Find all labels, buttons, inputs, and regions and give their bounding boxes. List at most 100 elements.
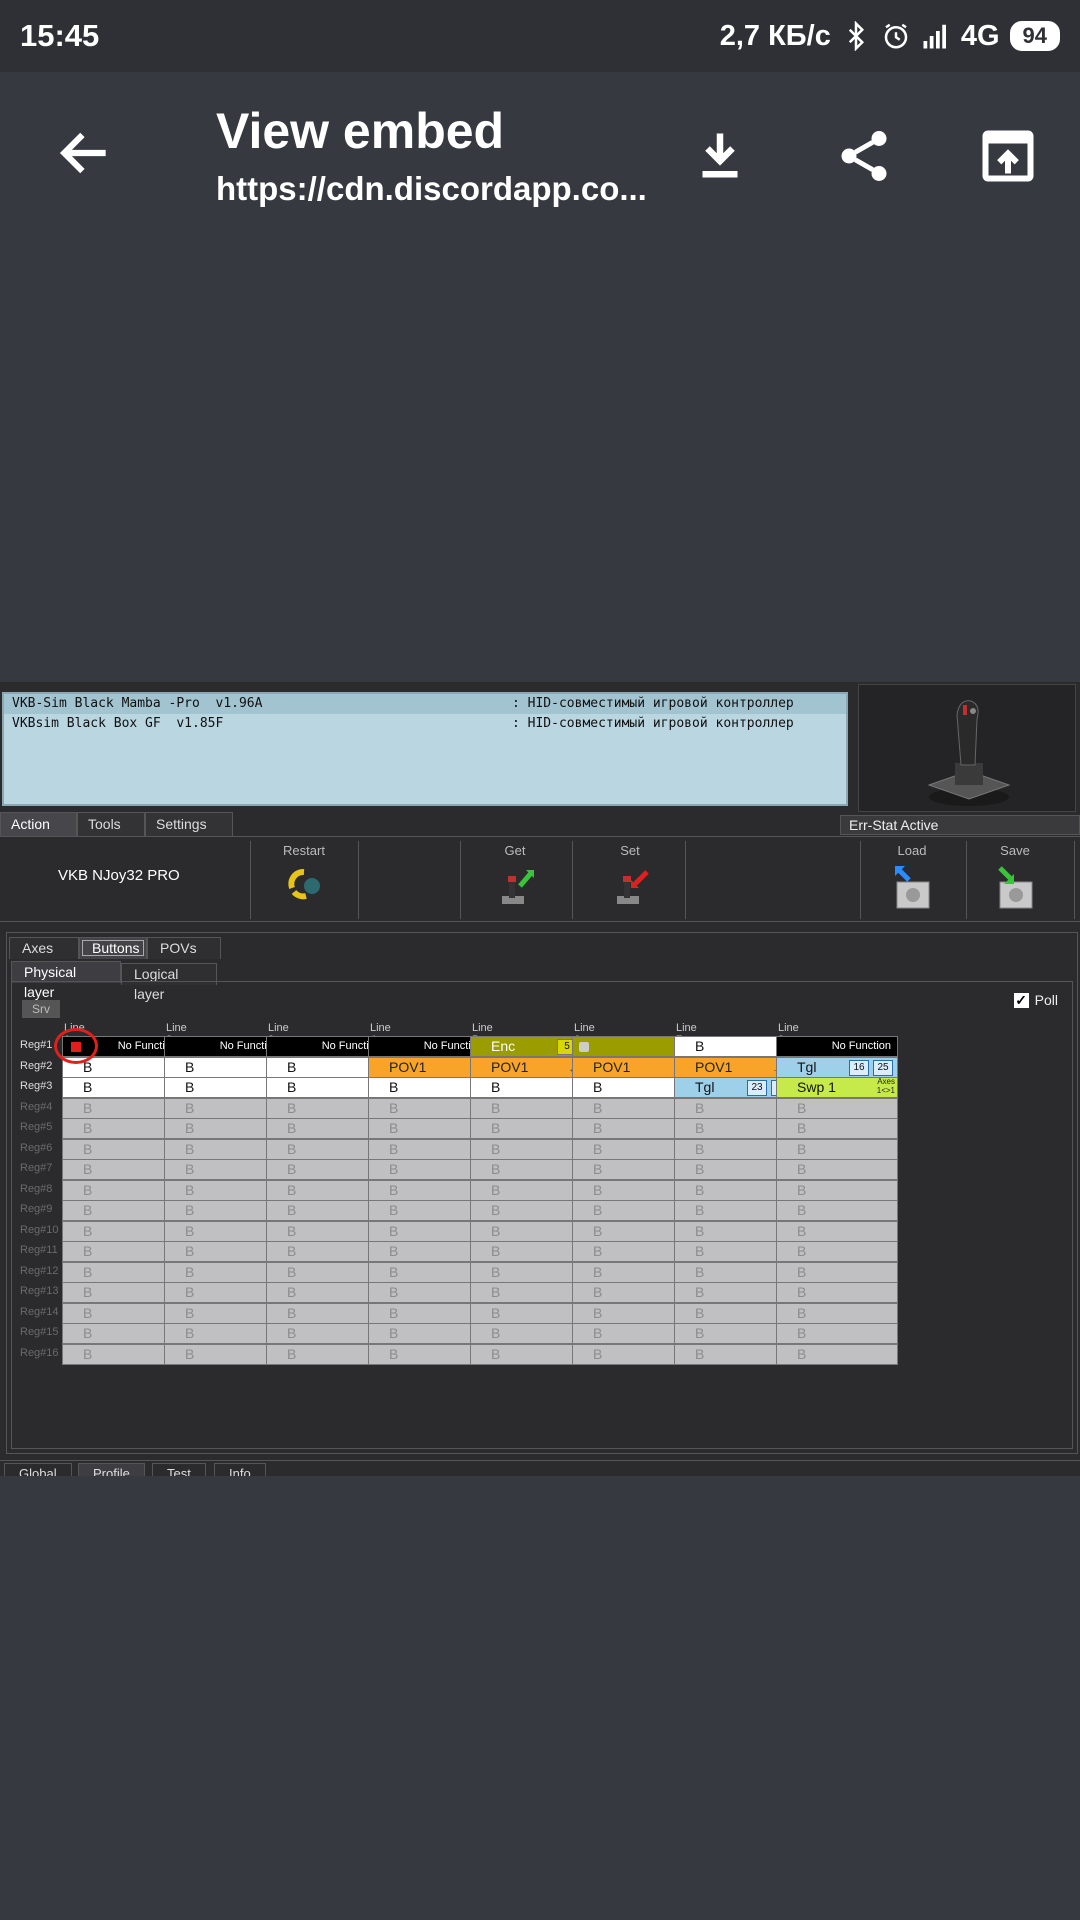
cell-label: B (593, 1099, 603, 1116)
tab-axes[interactable]: Axes (9, 937, 79, 959)
cell-label: B (83, 1120, 93, 1136)
button-cell[interactable]: B (776, 1343, 898, 1365)
cell-label: B (491, 1181, 501, 1198)
button-cell[interactable]: B (776, 1241, 898, 1262)
button-cell[interactable]: Tgl 16 25 (776, 1056, 898, 1078)
button-cell[interactable]: B (776, 1302, 898, 1324)
tab-test[interactable]: Test (152, 1463, 206, 1476)
cell-label: B (389, 1140, 399, 1157)
axes-note: Axes 1<>1 (877, 1078, 895, 1095)
button-cell[interactable]: No Function (776, 1036, 898, 1057)
poll-checkbox[interactable]: ✓ (1013, 992, 1029, 1008)
device-row[interactable]: VKB-Sim Black Mamba -Pro v1.96A: HID-сов… (4, 694, 846, 714)
cell-label: B (83, 1263, 93, 1280)
cell-label: B (797, 1202, 807, 1218)
cell-number-badge: 16 (849, 1059, 869, 1076)
button-cell[interactable]: Swp 1 Axes 1<>1 (776, 1077, 898, 1098)
share-icon[interactable] (834, 126, 894, 186)
cell-label: B (287, 1079, 297, 1095)
device-model-label: VKB NJoy32 PRO (58, 867, 180, 884)
download-icon[interactable] (690, 126, 750, 186)
tab-physical-layer[interactable]: Physical layer (11, 961, 121, 1000)
cell-label: B (287, 1243, 297, 1259)
button-cell[interactable]: B (776, 1323, 898, 1344)
button-cell[interactable]: B (776, 1138, 898, 1160)
cell-label: B (287, 1345, 297, 1362)
cell-label: B (695, 1140, 705, 1157)
tab-tools[interactable]: Tools (77, 812, 145, 836)
cell-label: B (185, 1161, 195, 1177)
cell-label: B (287, 1284, 297, 1300)
cell-label: B (491, 1263, 501, 1280)
cell-label: POV1 (593, 1058, 631, 1075)
cell-label: Enc (491, 1038, 516, 1054)
back-icon[interactable] (54, 122, 116, 184)
cell-label: B (491, 1099, 501, 1116)
cell-label: B (185, 1222, 195, 1239)
cell-label: B (185, 1284, 195, 1300)
button-cell[interactable]: B (776, 1118, 898, 1139)
save-button[interactable]: Save (975, 841, 1055, 919)
cell-label: B (83, 1325, 93, 1341)
cell-label: B (593, 1284, 603, 1300)
tab-profile[interactable]: Profile (78, 1463, 145, 1476)
cell-label: B (287, 1222, 297, 1239)
joystick-image (858, 684, 1076, 812)
cell-label: B (491, 1345, 501, 1362)
network-type: 4G (960, 19, 1000, 52)
tab-povs[interactable]: POVs (147, 937, 221, 959)
cell-label: B (287, 1263, 297, 1280)
cell-label: B (593, 1243, 603, 1259)
cell-label: B (797, 1161, 807, 1177)
cell-label: B (593, 1263, 603, 1280)
cell-label: B (491, 1243, 501, 1259)
device-name: VKB-Sim Black Mamba -Pro v1.96A (12, 696, 263, 711)
cell-label: B (695, 1222, 705, 1239)
cell-label: B (593, 1222, 603, 1239)
srv-button[interactable]: Srv (22, 1000, 60, 1018)
tab-buttons[interactable]: Buttons (79, 937, 147, 959)
cell-label: B (185, 1140, 195, 1157)
cell-label: B (695, 1161, 705, 1177)
set-button[interactable]: Set (590, 841, 670, 919)
button-cell[interactable]: B (776, 1097, 898, 1119)
restart-icon (288, 869, 320, 900)
cell-label: B (491, 1161, 501, 1177)
set-label: Set (620, 843, 640, 858)
poll-toggle[interactable]: ✓ Poll (1013, 992, 1058, 1008)
tab-action[interactable]: Action (0, 812, 77, 836)
button-cell[interactable]: B (776, 1282, 898, 1303)
cell-label: B (287, 1058, 297, 1075)
button-cell[interactable]: B (776, 1159, 898, 1180)
cell-label: B (83, 1304, 93, 1321)
button-cell[interactable]: B (776, 1200, 898, 1221)
alarm-icon (884, 23, 908, 49)
cell-label: B (83, 1161, 93, 1177)
cell-label: B (83, 1222, 93, 1239)
embed-header: View embed https://cdn.discordapp.co... (0, 72, 1080, 242)
save-icon (998, 866, 1033, 909)
tab-global[interactable]: Global (4, 1463, 72, 1476)
button-cell[interactable]: B (776, 1261, 898, 1283)
cell-label: B (593, 1161, 603, 1177)
cell-label: B (695, 1263, 705, 1280)
cell-label: B (83, 1079, 93, 1095)
restart-button[interactable]: Restart (264, 841, 344, 919)
tab-info[interactable]: Info (214, 1463, 266, 1476)
cell-label: B (83, 1202, 93, 1218)
cell-label: B (185, 1079, 195, 1095)
poll-label: Poll (1034, 992, 1058, 1008)
open-external-icon[interactable] (978, 126, 1038, 186)
get-button[interactable]: Get (475, 841, 555, 919)
button-cell[interactable]: B (776, 1220, 898, 1242)
device-row[interactable]: VKBsim Black Box GF v1.85F: HID-совмести… (4, 714, 846, 734)
cell-label: B (389, 1161, 399, 1177)
tab-settings[interactable]: Settings (145, 812, 233, 836)
cell-label: B (593, 1120, 603, 1136)
cell-label: B (83, 1099, 93, 1116)
load-button[interactable]: Load (872, 841, 952, 919)
button-cell[interactable]: B (776, 1179, 898, 1201)
cell-label: B (83, 1140, 93, 1157)
cell-label: B (491, 1284, 501, 1300)
cell-label: B (389, 1243, 399, 1259)
